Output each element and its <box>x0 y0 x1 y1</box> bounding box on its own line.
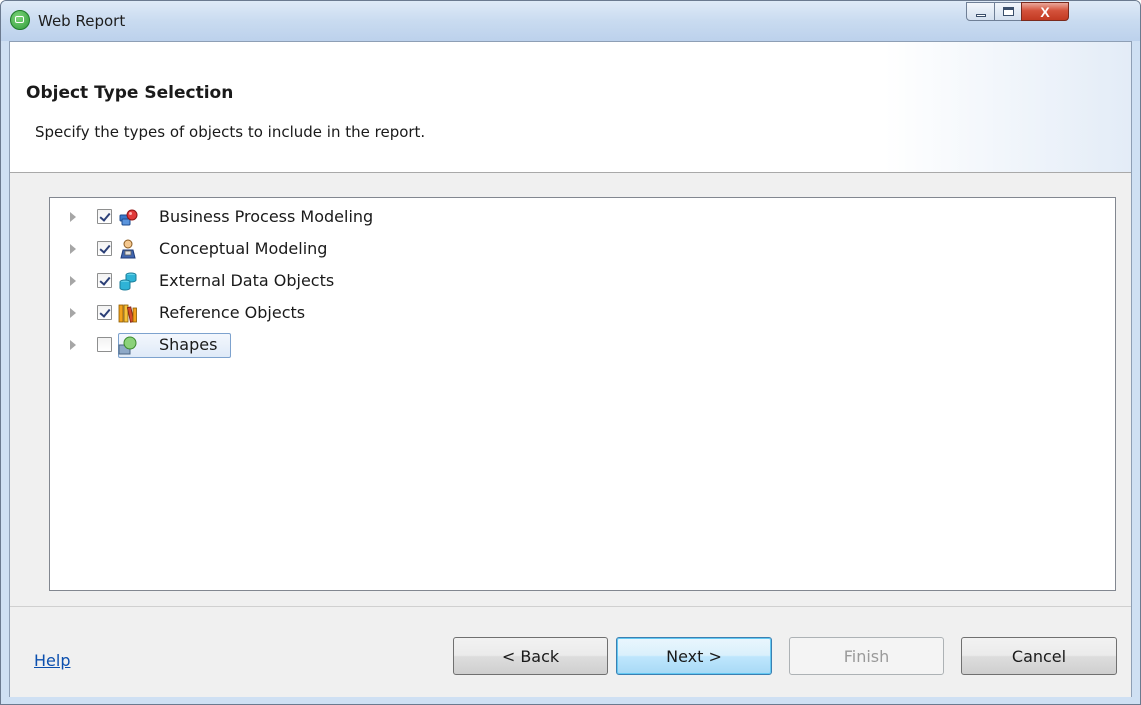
business-process-icon <box>118 207 138 227</box>
expand-arrow-icon[interactable] <box>70 244 76 254</box>
conceptual-modeling-icon <box>118 239 138 259</box>
checkbox[interactable] <box>97 337 112 352</box>
close-icon: X <box>1040 3 1050 20</box>
wizard-header: Object Type Selection Specify the types … <box>10 42 1131 173</box>
next-button[interactable]: Next > <box>616 637 772 675</box>
back-button[interactable]: < Back <box>453 637 608 675</box>
dialog-content: Object Type Selection Specify the types … <box>9 41 1132 697</box>
shapes-icon <box>118 335 138 355</box>
tree-item-label: Reference Objects <box>159 303 306 322</box>
tree-item-conceptual-modeling[interactable]: Conceptual Modeling <box>50 237 1115 261</box>
page-description: Specify the types of objects to include … <box>35 123 426 141</box>
minimize-button[interactable] <box>966 2 995 21</box>
title-bar[interactable]: Web Report X <box>1 1 1140 41</box>
tree-item-label: External Data Objects <box>159 271 335 290</box>
checkbox[interactable] <box>97 209 112 224</box>
checkbox[interactable] <box>97 273 112 288</box>
tree-item-shapes[interactable]: Shapes <box>50 333 1115 358</box>
wizard-footer: Help < Back Next > Finish Cancel <box>10 606 1131 697</box>
tree-item-reference-objects[interactable]: Reference Objects <box>50 301 1115 325</box>
window-title: Web Report <box>38 12 126 30</box>
tree-item-label: Shapes <box>159 335 218 354</box>
expand-arrow-icon[interactable] <box>70 212 76 222</box>
web-report-dialog: Web Report X Object Type Selection Speci… <box>0 0 1141 705</box>
expand-arrow-icon[interactable] <box>70 308 76 318</box>
tree-item-label: Business Process Modeling <box>159 207 374 226</box>
tree-item-external-data-objects[interactable]: External Data Objects <box>50 269 1115 293</box>
reference-objects-icon <box>118 303 138 323</box>
external-data-icon <box>118 271 138 291</box>
app-icon <box>10 10 30 30</box>
wizard-body: Business Process Modeling Conceptual Mod… <box>10 173 1131 606</box>
help-link[interactable]: Help <box>34 651 70 670</box>
checkbox[interactable] <box>97 305 112 320</box>
cancel-button[interactable]: Cancel <box>961 637 1117 675</box>
tree-item-business-process-modeling[interactable]: Business Process Modeling <box>50 205 1115 229</box>
tree-item-label: Conceptual Modeling <box>159 239 328 258</box>
page-title: Object Type Selection <box>26 83 234 103</box>
expand-arrow-icon[interactable] <box>70 276 76 286</box>
checkbox[interactable] <box>97 241 112 256</box>
expand-arrow-icon[interactable] <box>70 340 76 350</box>
maximize-button[interactable] <box>994 2 1022 21</box>
close-button[interactable]: X <box>1021 2 1069 21</box>
finish-button[interactable]: Finish <box>789 637 944 675</box>
object-type-tree[interactable]: Business Process Modeling Conceptual Mod… <box>49 197 1116 591</box>
